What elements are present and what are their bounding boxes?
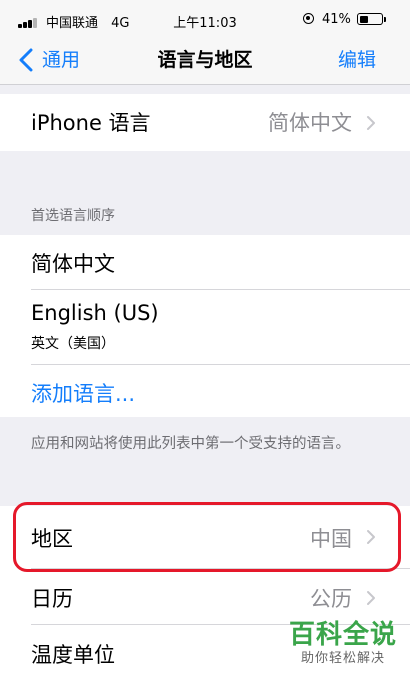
iphone-language-value: 简体中文 (268, 111, 352, 135)
edit-button[interactable]: 编辑 (338, 46, 376, 74)
battery-tip (384, 17, 386, 22)
chevron-right-icon (367, 530, 375, 544)
language-item-chinese[interactable]: 简体中文 (0, 235, 410, 289)
watermark: 百科全说 助你轻松解决 (288, 620, 398, 668)
preferred-languages-list: 简体中文 English (US) 英文（美国） 添加语言... (0, 235, 410, 417)
battery-fill (359, 15, 368, 23)
settings-screen: 中国联通 4G 上午11:03 41% 通用 语言与地区 编辑 iPhone 语… (0, 0, 410, 681)
watermark-subtitle: 助你轻松解决 (300, 651, 385, 666)
add-language-label: 添加语言... (31, 382, 136, 406)
languages-footer-note: 应用和网站将使用此列表中第一个受支持的语言。 (31, 436, 350, 452)
language-item-subtitle: 英文（美国） (31, 336, 115, 352)
preferred-languages-header: 首选语言顺序 (31, 208, 115, 224)
battery-icon (357, 13, 383, 25)
calendar-label: 日历 (31, 587, 73, 611)
chevron-right-icon (367, 116, 375, 130)
calendar-value: 公历 (310, 587, 352, 611)
battery-percent: 41% (322, 12, 351, 27)
iphone-language-row[interactable]: iPhone 语言 简体中文 (0, 94, 410, 151)
navigation-bar: 通用 语言与地区 编辑 (0, 38, 410, 85)
status-bar: 中国联通 4G 上午11:03 41% (0, 0, 410, 38)
orientation-lock-icon (303, 13, 314, 24)
language-item-english[interactable]: English (US) 英文（美国） (0, 290, 410, 364)
region-row[interactable]: 地区 中国 (0, 506, 410, 566)
calendar-row[interactable]: 日历 公历 (0, 569, 410, 624)
temperature-unit-label: 温度单位 (31, 643, 115, 667)
language-item-label: 简体中文 (31, 252, 115, 276)
region-value: 中国 (310, 527, 352, 551)
watermark-title: 百科全说 (288, 620, 397, 650)
region-label: 地区 (31, 527, 73, 551)
chevron-right-icon (367, 591, 375, 605)
iphone-language-label: iPhone 语言 (31, 111, 151, 135)
language-item-label: English (US) (31, 301, 159, 325)
add-language-button[interactable]: 添加语言... (0, 365, 410, 417)
